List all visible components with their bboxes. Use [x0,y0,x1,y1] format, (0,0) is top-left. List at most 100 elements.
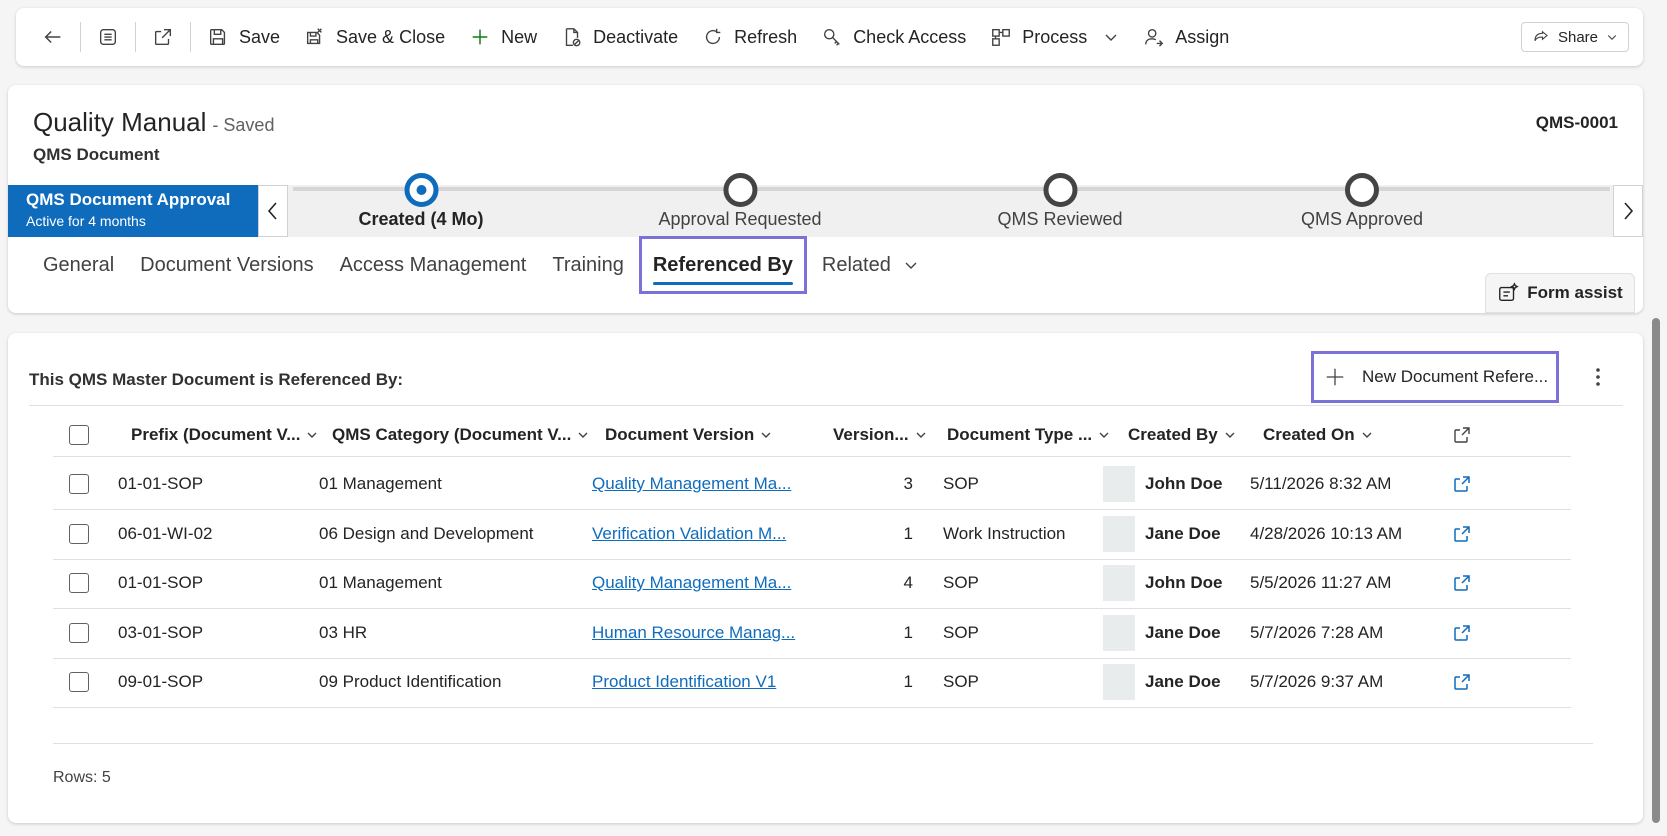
row-checkbox[interactable] [69,672,89,692]
tab-access-management[interactable]: Access Management [327,238,540,292]
open-new-window-button[interactable] [140,17,186,57]
column-header-prefix[interactable]: Prefix (Document V... [131,413,318,457]
form-assist-button[interactable]: Form assist [1485,273,1635,313]
created-by-user[interactable]: John Doe [1103,458,1222,510]
new-document-reference-button[interactable]: New Document Refere... [1311,351,1559,403]
save-button[interactable]: Save [195,17,292,57]
cell-document-type: SOP [943,573,979,592]
column-label: QMS Category (Document V... [332,425,572,444]
open-record-icon[interactable] [1453,475,1471,493]
stage-approval-requested[interactable]: Approval Requested [658,173,822,230]
document-version-link[interactable]: Quality Management Ma... [592,557,791,609]
created-by-user[interactable]: Jane Doe [1103,508,1221,560]
open-record-icon[interactable] [1453,525,1471,543]
chevron-down-icon [761,432,771,438]
tab-document-versions[interactable]: Document Versions [127,238,326,292]
document-version-link[interactable]: Verification Validation M... [592,508,786,560]
table-row[interactable]: 06-01-WI-02 06 Design and Development Veri… [53,508,1571,560]
table-row[interactable]: 03-01-SOP 03 HR Human Resource Manag... 1 SO… [53,607,1571,659]
table-row[interactable]: 01-01-SOP 01 Management Quality Management… [53,458,1571,510]
row-checkbox[interactable] [69,623,89,643]
tab-related[interactable]: Related [809,238,932,292]
record-header: Quality Manual - Saved QMS Document QMS-0… [8,85,1643,313]
row-checkbox[interactable] [69,474,89,494]
tab-training[interactable]: Training [539,238,637,292]
created-by-user[interactable]: Jane Doe [1103,607,1221,659]
cell-document-type: SOP [943,623,979,642]
column-header-created-by[interactable]: Created By [1128,413,1236,457]
cell-prefix: 03-01-SOP [118,623,204,642]
command-bar: Save Save & Close New Deactivate Refresh… [16,8,1643,66]
process-flow-summary[interactable]: QMS Document Approval Active for 4 month… [8,185,258,237]
document-version-link[interactable]: Human Resource Manag... [592,607,795,659]
tab-referenced-by[interactable]: Referenced By [638,236,807,294]
document-version-link[interactable]: Product Identification V1 [592,656,776,708]
open-record-icon[interactable] [1453,574,1471,592]
chevron-left-icon [267,202,277,220]
chevron-down-icon [1607,35,1617,41]
key-search-icon [824,28,841,46]
column-header-document-version[interactable]: Document Version [605,413,772,457]
table-row[interactable]: 01-01-SOP 01 Management Quality Management… [53,557,1571,609]
cell-created-on: 5/11/2026 8:32 AM [1250,474,1392,493]
column-label: Created On [1263,425,1355,444]
stage-label: Created (4 Mo) [358,209,484,229]
new-document-reference-label: New Document Refere... [1362,367,1549,386]
toolbar-separator [190,22,191,52]
assign-button[interactable]: Assign [1131,17,1241,57]
new-button[interactable]: New [457,17,549,57]
new-label: New [501,26,538,47]
row-checkbox[interactable] [69,524,89,544]
stage-created[interactable]: Created (4 Mo) [358,173,484,230]
tab-general[interactable]: General [30,238,127,292]
column-header-version[interactable]: Version... [833,413,927,457]
refresh-button[interactable]: Refresh [690,17,809,57]
cell-document-type: SOP [943,474,979,493]
cell-version: 4 [903,573,913,592]
row-checkbox[interactable] [69,573,89,593]
stage-next-button[interactable] [1613,185,1643,237]
stage-qms-approved[interactable]: QMS Approved [1301,173,1423,230]
cell-prefix: 01-01-SOP [118,573,204,592]
form-sparkle-icon [1499,282,1519,302]
open-record-icon[interactable] [1453,673,1471,691]
check-access-button[interactable]: Check Access [809,17,978,57]
form-tabs: General Document Versions Access Managem… [30,235,932,295]
column-header-created-on[interactable]: Created On [1263,413,1373,457]
open-record-icon[interactable] [1453,624,1471,642]
process-label: Process [1022,26,1088,47]
form-view-button[interactable] [85,17,131,57]
chevron-down-icon [1105,34,1117,41]
table-row[interactable]: 09-01-SOP 09 Product Identification Produc… [53,656,1571,708]
scrollbar[interactable] [1652,318,1660,823]
save-close-button[interactable]: Save & Close [292,17,457,57]
stage-qms-reviewed[interactable]: QMS Reviewed [997,173,1123,230]
share-button[interactable]: Share [1520,22,1629,52]
process-button[interactable]: Process [978,17,1131,57]
deactivate-button[interactable]: Deactivate [549,17,690,57]
list-form-icon [99,28,117,46]
chevron-down-icon [1225,432,1235,438]
stage-prev-button[interactable] [258,185,288,237]
stage-circle-icon [1345,173,1379,207]
created-by-user[interactable]: Jane Doe [1103,656,1221,708]
cell-created-on: 4/28/2026 10:13 AM [1250,524,1403,543]
process-flow-icon [992,28,1011,46]
document-version-link[interactable]: Quality Management Ma... [592,458,791,510]
avatar [1103,565,1135,601]
form-assist-label: Form assist [1527,283,1623,302]
more-options-icon[interactable] [1588,365,1608,389]
stage-label: QMS Approved [1300,209,1424,229]
select-all-checkbox[interactable] [69,425,89,445]
avatar [1103,615,1135,651]
user-name: John Doe [1145,573,1223,592]
cell-created-on: 5/7/2026 7:28 AM [1250,623,1384,642]
back-button[interactable] [30,17,76,57]
column-header-qms-category[interactable]: QMS Category (Document V... [332,413,589,457]
open-in-new-icon[interactable] [1453,426,1471,444]
column-header-document-type[interactable]: Document Type ... [947,413,1110,457]
cell-version: 3 [903,474,913,493]
created-by-user[interactable]: John Doe [1103,557,1222,609]
refresh-icon [706,28,721,45]
chevron-down-icon [1099,432,1109,438]
